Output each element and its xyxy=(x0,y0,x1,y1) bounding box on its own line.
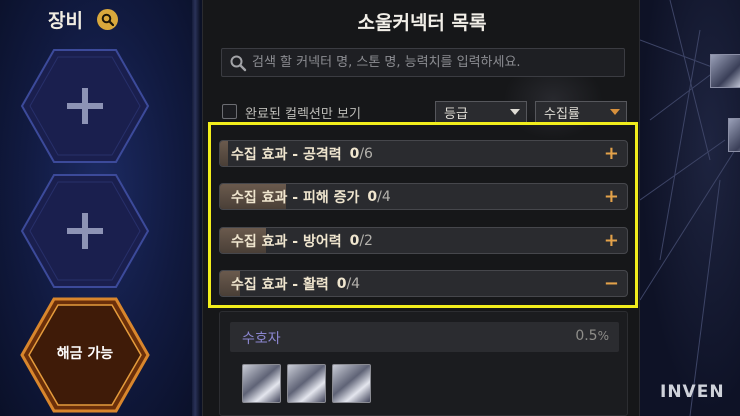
equipment-search-button[interactable] xyxy=(97,9,118,30)
equipment-column: 장비 해금 가능 xyxy=(0,0,200,416)
soul-connector-panel: 소울커넥터 목록 완료된 컬렉션만 보기 등급 수집률 수집 효과 - 공격력 … xyxy=(202,0,640,416)
decor-thumbnail xyxy=(710,54,740,88)
effect-count: 0/2 xyxy=(349,232,373,249)
panel-title: 소울커넥터 목록 xyxy=(357,12,487,34)
search-icon xyxy=(101,13,114,26)
effect-row-attack[interactable]: 수집 효과 - 공격력 0/6 + xyxy=(219,140,628,167)
chevron-down-icon xyxy=(510,109,520,115)
chevron-down-icon xyxy=(610,109,620,115)
card-collection-rate: 0.5% xyxy=(575,328,609,344)
equipment-slot-1[interactable] xyxy=(20,48,150,164)
effect-label: 수집 효과 - 피해 증가 xyxy=(231,189,360,206)
equipment-slot-unlock[interactable]: 해금 가능 xyxy=(20,297,150,413)
collapse-toggle-icon[interactable]: − xyxy=(604,273,619,294)
expand-toggle-icon[interactable]: + xyxy=(604,143,619,164)
filter-row: 완료된 컬렉션만 보기 등급 수집률 xyxy=(221,100,627,124)
connector-thumbnail[interactable] xyxy=(287,364,326,403)
completed-only-label: 완료된 컬렉션만 보기 xyxy=(245,107,361,122)
effect-row-defense[interactable]: 수집 효과 - 방어력 0/2 + xyxy=(219,227,628,254)
effect-count: 0/4 xyxy=(367,188,391,205)
search-field[interactable] xyxy=(221,48,625,77)
search-icon xyxy=(230,55,247,71)
effect-count: 0/6 xyxy=(349,145,373,162)
equipment-slot-2[interactable] xyxy=(20,173,150,289)
column-divider xyxy=(192,0,200,416)
inven-watermark: INVEN xyxy=(660,382,725,402)
sort-dropdown[interactable]: 수집률 xyxy=(535,101,627,123)
grade-dropdown-value: 등급 xyxy=(444,106,468,122)
effect-row-damage[interactable]: 수집 효과 - 피해 증가 0/4 + xyxy=(219,183,628,210)
effect-count: 0/4 xyxy=(336,275,361,292)
completed-only-checkbox[interactable] xyxy=(222,104,237,119)
expand-toggle-icon[interactable]: + xyxy=(604,230,619,251)
equipment-title: 장비 xyxy=(48,10,83,32)
unlock-label: 해금 가능 xyxy=(56,346,114,362)
connector-card[interactable]: 수호자 0.5% xyxy=(219,311,628,416)
connector-thumbnail[interactable] xyxy=(332,364,371,403)
card-thumbnails xyxy=(242,364,371,403)
decor-thumbnail xyxy=(728,118,740,152)
effect-label: 수집 효과 - 방어력 xyxy=(231,233,342,250)
effect-label: 수집 효과 - 활력 xyxy=(231,276,329,293)
sort-dropdown-value: 수집률 xyxy=(544,106,580,122)
expand-toggle-icon[interactable]: + xyxy=(604,186,619,207)
effect-label: 수집 효과 - 공격력 xyxy=(231,146,342,163)
search-input[interactable] xyxy=(252,55,624,70)
card-name: 수호자 xyxy=(242,331,281,347)
connector-thumbnail[interactable] xyxy=(242,364,281,403)
card-header: 수호자 0.5% xyxy=(230,322,619,352)
background-decoration xyxy=(640,0,740,416)
grade-dropdown[interactable]: 등급 xyxy=(435,101,527,123)
effect-row-vitality[interactable]: 수집 효과 - 활력 0/4 − xyxy=(219,270,628,297)
